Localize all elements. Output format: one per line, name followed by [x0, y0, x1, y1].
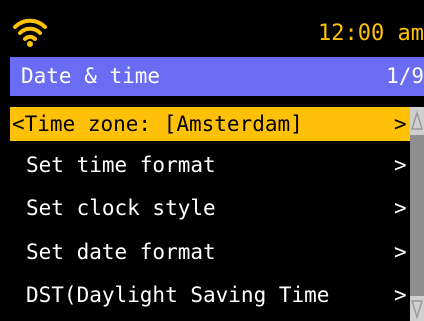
scroll-up-arrow-icon[interactable] [410, 108, 424, 134]
menu-item-dst[interactable]: DST(Daylight Saving Time > [10, 278, 410, 312]
chevron-right-icon: > [394, 240, 407, 264]
page-title: Date & time [21, 64, 161, 88]
settings-menu: <Time zone: [Amsterdam] > Set time forma… [10, 107, 424, 321]
menu-item-label: Set time format [26, 153, 216, 177]
menu-item-time-format[interactable]: Set time format > [10, 148, 410, 182]
menu-header: Date & time 1/9 [10, 57, 424, 96]
menu-item-label: Set date format [26, 240, 216, 264]
menu-item-time-zone[interactable]: <Time zone: [Amsterdam] > [10, 107, 410, 141]
scrollbar-thumb[interactable] [410, 135, 424, 296]
menu-item-clock-style[interactable]: Set clock style > [10, 191, 410, 225]
scroll-down-arrow-icon[interactable] [410, 296, 424, 321]
status-bar: 12:00 am [10, 12, 424, 56]
page-indicator: 1/9 [386, 64, 424, 88]
chevron-right-icon: > [394, 196, 407, 220]
chevron-right-icon: > [394, 112, 407, 136]
device-screen: 12:00 am Date & time 1/9 <Time zone: [Am… [10, 12, 424, 321]
chevron-right-icon: > [394, 153, 407, 177]
menu-item-label: DST(Daylight Saving Time [26, 283, 330, 307]
chevron-right-icon: > [394, 283, 407, 307]
clock-time: 12:00 am [318, 21, 424, 46]
menu-item-label: Set clock style [26, 196, 216, 220]
wifi-icon [13, 18, 47, 47]
scrollbar[interactable] [410, 107, 424, 321]
menu-item-date-format[interactable]: Set date format > [10, 235, 410, 269]
menu-item-label: <Time zone: [Amsterdam] [12, 112, 303, 136]
